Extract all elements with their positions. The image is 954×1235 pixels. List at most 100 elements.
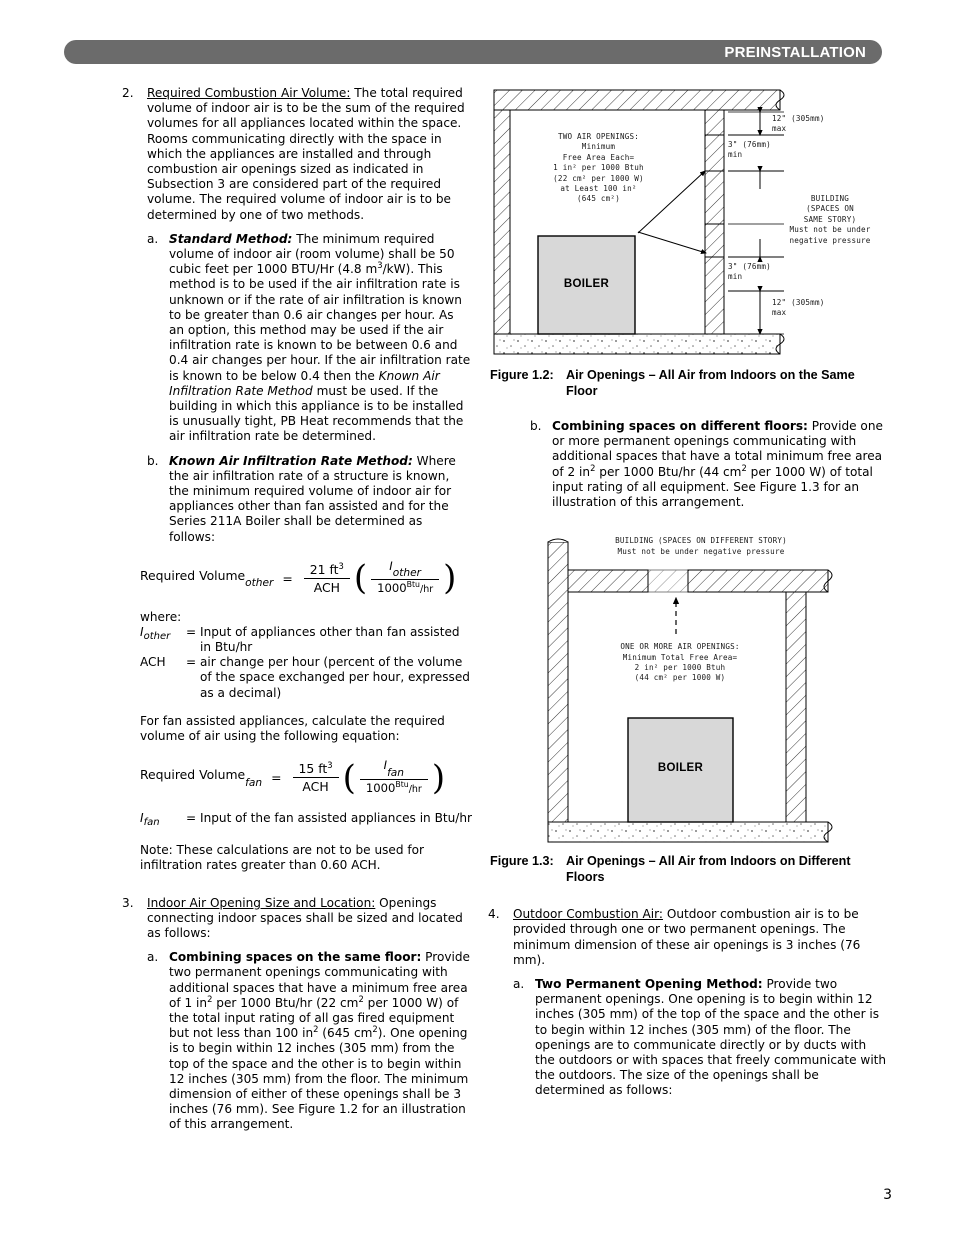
list-marker: a. xyxy=(513,977,525,992)
fraction-first: 15 ft3 ACH xyxy=(292,761,339,795)
fraction-numerator: 21 ft3 xyxy=(304,560,350,578)
equals-sign: = xyxy=(282,570,293,586)
calculation-note: Note: These calculations are not to be u… xyxy=(140,843,424,873)
denominator-unit-sup: Btu xyxy=(395,779,409,789)
figure-1-2-caption: Figure 1.2: Air Openings – All Air from … xyxy=(490,368,888,399)
fraction-numerator: Iother xyxy=(383,559,427,580)
fraction-numerator: 15 ft3 xyxy=(293,761,339,777)
numerator-subscript: other xyxy=(392,567,421,580)
figure-1-2-caption-text: Air Openings – All Air from Indoors on t… xyxy=(566,368,855,398)
fraction-first: 21 ft3 ACH xyxy=(303,560,350,595)
item-3a-b4: (645 cm xyxy=(318,1026,373,1041)
figure-1-3-caption-label: Figure 1.3: xyxy=(490,854,554,869)
equation-required-volume-fan: Required Volumefan = 15 ft3 ACH ( Ifan 1… xyxy=(140,758,472,797)
equation-lhs-subscript: other xyxy=(245,577,274,590)
item-3a-b2: per 1000 Btu/hr (22 cm xyxy=(212,995,359,1010)
where-definitions: where: Iother = Input of appliances othe… xyxy=(140,610,472,701)
numerator-subscript: fan xyxy=(387,766,405,779)
list-item-4a-content: Two Permanent Opening Method: Provide tw… xyxy=(535,977,888,1099)
where-equals: = xyxy=(186,810,197,825)
denominator-text: 1000 xyxy=(377,581,407,596)
item-2a-body-2: /kW). This method is to be used if the a… xyxy=(169,262,471,383)
equation-lhs-text: Required Volume xyxy=(140,567,246,583)
item-2b-lead: Known Air Infiltration Rate Method: xyxy=(169,453,413,468)
list-marker: b. xyxy=(147,453,159,468)
list-item-2-content: Required Combustion Air Volume: The tota… xyxy=(147,86,472,223)
fraction-second: Ifan 1000Btu/hr xyxy=(359,758,428,797)
fraction-second: Iother 1000Btu/hr xyxy=(371,559,440,598)
where-definition: Input of the fan assisted appliances in … xyxy=(200,810,472,825)
where-symbol-subscript: fan xyxy=(143,816,160,828)
denominator-unit: /hr xyxy=(408,783,422,795)
list-item-2: 2. Required Combustion Air Volume: The t… xyxy=(122,86,472,223)
list-item-2a-content: Standard Method: The minimum required vo… xyxy=(169,232,472,445)
where-equals: = xyxy=(186,624,197,639)
where-symbol-subscript: other xyxy=(143,630,171,642)
equation-lhs: Required Volumefan xyxy=(140,767,262,788)
dimension-bottom-12in: 12" (305mm) max xyxy=(772,298,825,318)
right-paren: ) xyxy=(443,558,457,599)
fan-assisted-intro: For fan assisted appliances, calculate t… xyxy=(140,713,445,744)
equals-sign: = xyxy=(271,769,282,785)
left-paren: ( xyxy=(353,558,368,599)
list-item-3a-content: Combining spaces on the same floor: Prov… xyxy=(169,950,472,1132)
denominator-text: 1000 xyxy=(365,780,396,795)
item-3b-lead: Combining spaces on different floors: xyxy=(552,419,808,433)
item-4a-body: Provide two permanent openings. One open… xyxy=(535,977,887,1098)
list-marker: a. xyxy=(147,950,159,965)
numerator-text: 15 ft xyxy=(298,760,328,776)
numerator-exponent: 3 xyxy=(338,560,344,571)
where-row: Iother = Input of appliances other than … xyxy=(140,625,472,655)
denominator-unit: /hr xyxy=(420,584,434,596)
numerator-exponent: 3 xyxy=(327,759,333,770)
page-header-bar: PREINSTALLATION xyxy=(64,40,882,64)
page-header-title: PREINSTALLATION xyxy=(724,43,866,61)
list-marker: b. xyxy=(530,419,542,433)
item-2-lead: Required Combustion Air Volume: xyxy=(147,86,351,100)
item-3b-b2: per 1000 Btu/hr (44 cm xyxy=(595,464,742,479)
item-4a-lead: Two Permanent Opening Method: xyxy=(535,977,763,992)
boiler-label: BOILER xyxy=(657,762,704,775)
list-item-4: 4. Outdoor Combustion Air: Outdoor combu… xyxy=(488,907,888,968)
building-different-story-note: BUILDING (SPACES ON DIFFERENT STORY) Mus… xyxy=(615,536,787,556)
document-page: PREINSTALLATION 2. Required Combustion A… xyxy=(0,0,954,1235)
list-marker: 4. xyxy=(488,907,500,922)
dimension-upper-opening-3in: 3" (76mm) min xyxy=(728,140,771,160)
figure-1-3-drawing xyxy=(547,538,833,843)
figure-1-3-caption: Figure 1.3: Air Openings – All Air from … xyxy=(490,854,888,885)
figure-1-2-diagram: TWO AIR OPENINGS: Minimum Free Area Each… xyxy=(488,86,888,358)
fraction-denominator: 1000Btu/hr xyxy=(360,780,428,797)
item-4-lead: Outdoor Combustion Air: xyxy=(513,907,663,922)
fan-symbol-definition: Ifan = Input of the fan assisted applian… xyxy=(140,810,472,828)
fraction-denominator: ACH xyxy=(302,779,329,795)
left-paren: ( xyxy=(342,757,356,798)
where-definition: air change per hour (percent of the volu… xyxy=(200,655,470,700)
list-marker: a. xyxy=(147,231,159,246)
where-symbol: Iother xyxy=(140,625,186,655)
list-item-2b: b. Known Air Infiltration Rate Method: W… xyxy=(147,454,472,545)
fraction-denominator: ACH xyxy=(313,579,340,595)
list-marker: 2. xyxy=(122,86,134,100)
two-air-openings-annotation: TWO AIR OPENINGS: Minimum Free Area Each… xyxy=(553,132,644,204)
dimension-top-12in: 12" (305mm) max xyxy=(772,114,825,134)
list-item-3b-content: Combining spaces on different floors: Pr… xyxy=(552,419,888,510)
equation-lhs-text: Required Volume xyxy=(140,767,246,783)
where-symbol: Ifan xyxy=(140,811,186,828)
where-row: ACH = air change per hour (percent of th… xyxy=(140,655,472,701)
item-2a-lead: Standard Method: xyxy=(169,231,293,246)
list-item-3b: b. Combining spaces on different floors:… xyxy=(530,419,888,510)
list-item-3-content: Indoor Air Opening Size and Location: Op… xyxy=(147,896,472,942)
figure-1-3-diagram: BUILDING (SPACES ON DIFFERENT STORY) Mus… xyxy=(540,528,860,846)
equation-lhs-subscript: fan xyxy=(245,776,263,789)
figure-1-2-caption-label: Figure 1.2: xyxy=(490,368,554,382)
equation-lhs: Required Volumeother xyxy=(140,568,273,589)
boiler-label: BOILER xyxy=(563,278,610,290)
page-number: 3 xyxy=(883,1187,892,1203)
where-definition: Input of appliances other than fan assis… xyxy=(200,624,460,655)
fraction-denominator: 1000Btu/hr xyxy=(371,580,439,597)
numerator-text: 21 ft xyxy=(309,561,339,577)
list-marker: 3. xyxy=(122,895,134,910)
where-equals: = xyxy=(186,655,197,670)
list-item-4a: a. Two Permanent Opening Method: Provide… xyxy=(513,977,888,1099)
denominator-unit-sup: Btu xyxy=(406,580,420,590)
